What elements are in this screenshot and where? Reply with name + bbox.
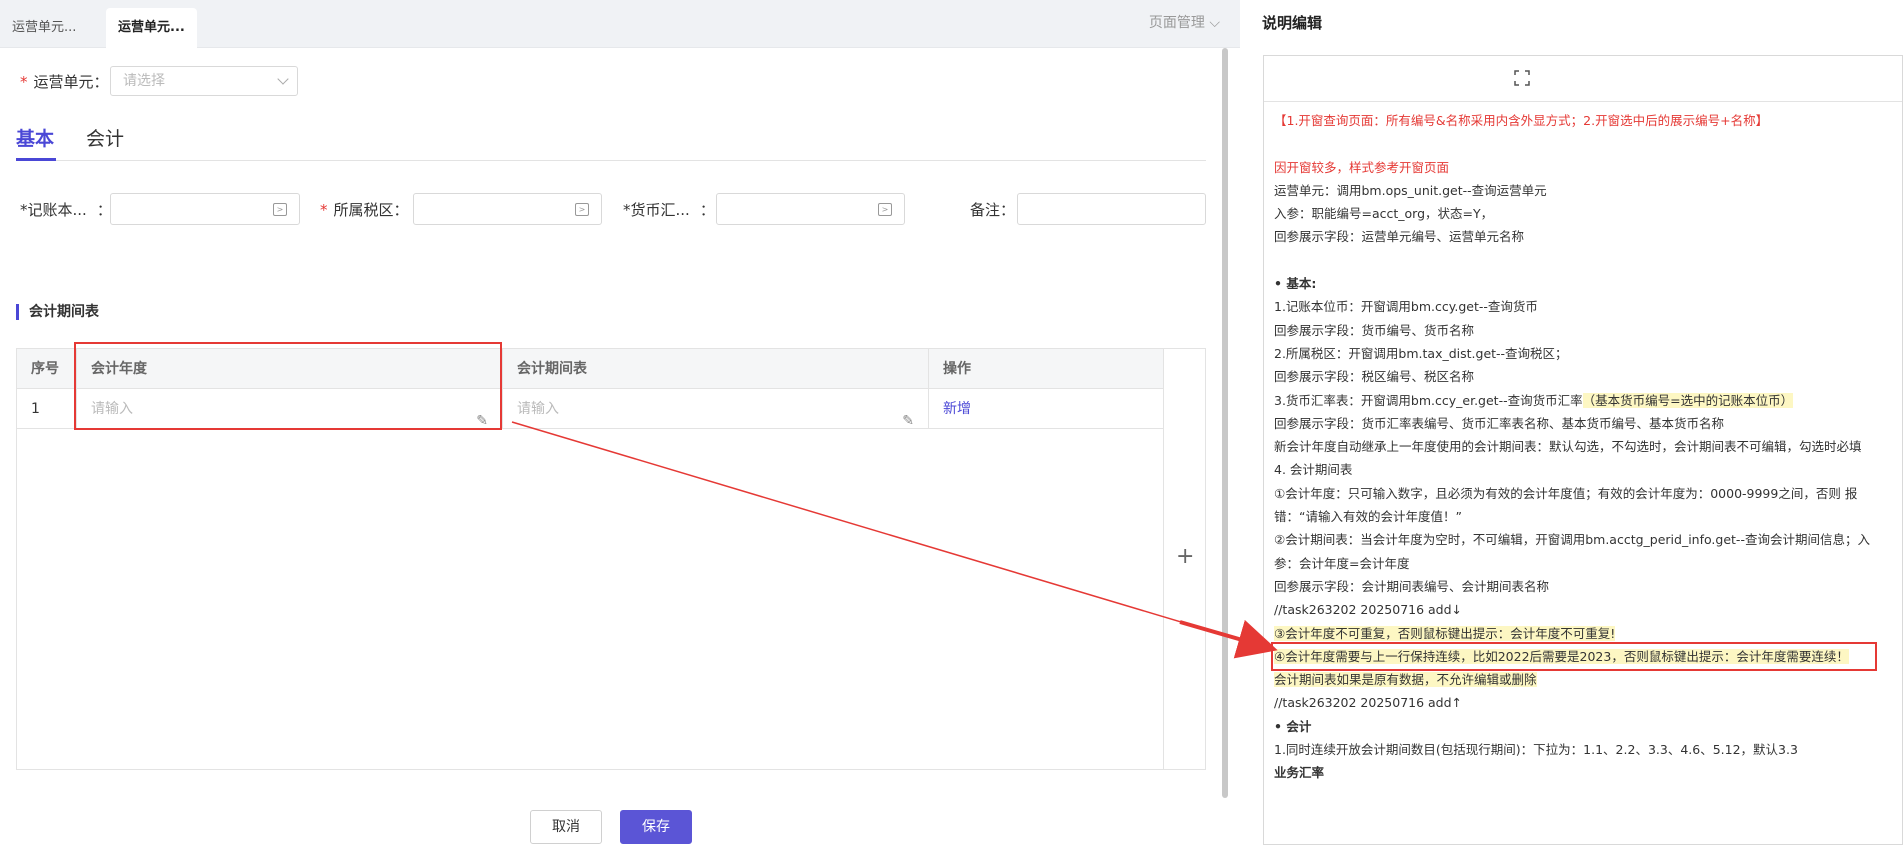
rich-text-editor[interactable]: 【1.开窗查询页面：所有编号&名称采用内含外显方式；2.开窗选中后的展示编号+名…	[1263, 55, 1903, 845]
picker-icon[interactable]: >	[575, 203, 589, 216]
row-index: 1	[17, 389, 77, 429]
note-line: 新会计年度自动继承上一年度使用的会计期间表：默认勾选，不勾选时，会计期间表不可编…	[1274, 439, 1862, 455]
subtab-active-ink	[16, 158, 56, 161]
tax-district-label: * 所属税区：	[320, 201, 409, 219]
main-panel: 运营单元... 运营单元... 页面管理 ⌵ * 运营单元： 请选择 基本 会计 …	[0, 0, 1240, 844]
remarks-input[interactable]	[1017, 193, 1206, 225]
note-line: 3.货币汇率表：开窗调用bm.ccy_er.get--查询货币汇率（基本货币编号…	[1274, 392, 1794, 408]
tab-accounting[interactable]: 会计	[86, 124, 124, 151]
cancel-button[interactable]: 取消	[530, 810, 602, 844]
note-line: 入参：职能编号=acct_org，状态=Y，	[1274, 206, 1494, 222]
note-line: 1.记账本位币：开窗调用bm.ccy.get--查询货币	[1274, 299, 1538, 315]
panel-title: 说明编辑	[1262, 14, 1323, 32]
note-line: 运营单元：调用bm.ops_unit.get--查询运营单元	[1274, 182, 1547, 198]
col-action: 操作	[943, 361, 971, 377]
tab-ops-unit-1[interactable]: 运营单元...	[0, 8, 88, 48]
scrollbar[interactable]	[1222, 48, 1228, 798]
note-line: ①会计年度：只可输入数字，且必须为有效的会计年度值；有效的会计年度为：0000-…	[1274, 485, 1858, 525]
edit-icon[interactable]: ✎	[902, 401, 914, 441]
tax-district-input[interactable]: >	[413, 193, 602, 225]
plus-icon[interactable]: +	[1176, 544, 1194, 569]
note-line	[1274, 132, 1874, 155]
note-line: 1.同时连续开放会计期间数目(包括现行期间)：下拉为：1.1、2.2、3.3、4…	[1274, 742, 1798, 758]
editor-content[interactable]: 【1.开窗查询页面：所有编号&名称采用内含外显方式；2.开窗选中后的展示编号+名…	[1264, 103, 1884, 843]
ledger-currency-input[interactable]: >	[110, 193, 300, 225]
page-management-menu[interactable]: 页面管理 ⌵	[1149, 12, 1220, 32]
add-column: +	[1163, 349, 1205, 769]
note-line: //task263202 20250716 add↓	[1274, 602, 1463, 618]
subtab-divider	[16, 160, 1206, 161]
note-line: 业务汇率	[1274, 765, 1325, 781]
fx-rate-table-label: *货币汇...：	[623, 201, 715, 219]
col-index: 序号	[17, 349, 77, 389]
tab-basic[interactable]: 基本	[16, 124, 54, 151]
remarks-label: 备注：	[970, 201, 1016, 219]
section-title: 会计期间表	[16, 304, 99, 320]
tab-bar: 运营单元... 运营单元... 页面管理 ⌵	[0, 0, 1240, 48]
picker-icon[interactable]: >	[878, 203, 892, 216]
ops-unit-label: * 运营单元：	[20, 73, 109, 91]
note-line: 4. 会计期间表	[1274, 462, 1353, 478]
fullscreen-icon[interactable]	[1514, 70, 1530, 86]
annotation-highlight-box	[74, 342, 502, 430]
note-line: 2.所属税区：开窗调用bm.tax_dist.get--查询税区；	[1274, 345, 1568, 361]
note-line: ③会计年度不可重复，否则鼠标键出提示：会计年度不可重复!	[1274, 625, 1616, 641]
note-line: • 会计	[1274, 718, 1312, 734]
note-line: 会计期间表如果是原有数据，不允许编辑或删除	[1274, 672, 1537, 688]
description-panel: 说明编辑 【1.开窗查询页面：所有编号&名称采用内含外显方式；2.开窗选中后的展…	[1244, 0, 1903, 845]
note-line: 回参展示字段：货币汇率表编号、货币汇率表名称、基本货币编号、基本货币名称	[1274, 415, 1725, 431]
add-row-link[interactable]: 新增	[929, 389, 1163, 429]
highlighted-note-line: ④会计年度需要与上一行保持连续，比如2022后需要是2023，否则鼠标键出提示：…	[1271, 641, 1877, 672]
picker-icon[interactable]: >	[273, 203, 287, 216]
tab-ops-unit-2[interactable]: 运营单元...	[106, 8, 197, 48]
col-period-table: 会计期间表	[503, 349, 929, 389]
period-table-input[interactable]: 请输入 ✎	[503, 389, 929, 429]
note-line: 【1.开窗查询页面：所有编号&名称采用内含外显方式；2.开窗选中后的展示编号+名…	[1274, 113, 1769, 128]
fx-rate-table-input[interactable]: >	[716, 193, 905, 225]
save-button[interactable]: 保存	[620, 810, 692, 844]
chevron-down-icon	[277, 73, 289, 85]
note-line: 因开窗较多，样式参考开窗页面	[1274, 159, 1450, 175]
note-line: 回参展示字段：税区编号、税区名称	[1274, 369, 1475, 385]
note-line: 回参展示字段：会计期间表编号、会计期间表名称	[1274, 578, 1550, 594]
ops-unit-select[interactable]: 请选择	[110, 66, 298, 96]
note-line	[1274, 249, 1874, 272]
note-line: ②会计期间表：当会计年度为空时，不可编辑，开窗调用bm.acctg_perid_…	[1274, 532, 1870, 571]
note-line: • 基本:	[1274, 276, 1317, 292]
note-line: 回参展示字段：货币编号、货币名称	[1274, 322, 1475, 338]
note-line: //task263202 20250716 add↑	[1274, 695, 1463, 711]
ledger-currency-label: *记账本...：	[20, 201, 112, 219]
note-line: 回参展示字段：运营单元编号、运营单元名称	[1274, 229, 1525, 245]
chevron-down-icon: ⌵	[1209, 15, 1220, 31]
editor-toolbar	[1264, 56, 1902, 102]
